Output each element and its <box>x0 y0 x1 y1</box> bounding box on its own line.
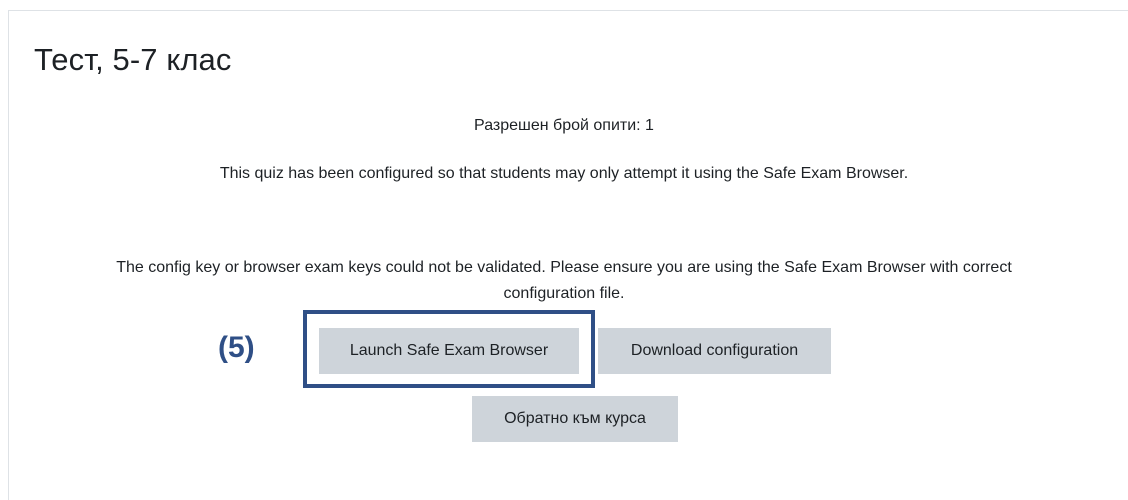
config-key-error-line1: The config key or browser exam keys coul… <box>116 259 1012 276</box>
config-key-error-line2: configuration file. <box>503 285 625 302</box>
annotation-highlight-box <box>303 310 595 388</box>
download-configuration-button[interactable]: Download configuration <box>598 328 831 374</box>
attempts-allowed-text: Разрешен брой опити: 1 <box>474 117 654 134</box>
back-to-course-button[interactable]: Обратно към курса <box>472 396 678 442</box>
seb-required-notice: This quiz has been configured so that st… <box>219 165 909 182</box>
annotation-step-label: (5) <box>218 331 255 364</box>
page-title: Тест, 5-7 клас <box>34 42 232 77</box>
